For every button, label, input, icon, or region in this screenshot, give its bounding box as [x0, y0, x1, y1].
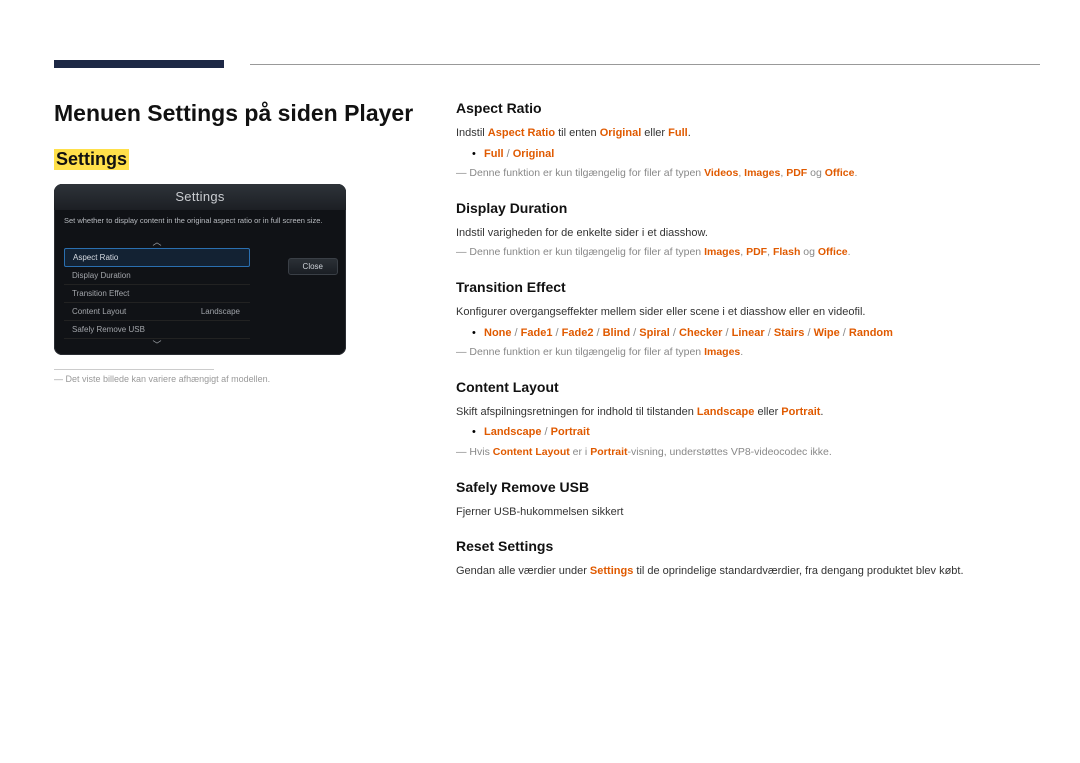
panel-item-label: Content Layout	[72, 307, 126, 316]
panel-item-label: Aspect Ratio	[73, 253, 118, 262]
panel-item-label: Safely Remove USB	[72, 325, 145, 334]
chevron-up-icon[interactable]: ︿	[64, 236, 250, 248]
section-intro: Skift afspilningsretningen for indhold t…	[456, 404, 1040, 421]
section-heading: Display Duration	[456, 200, 1040, 216]
panel-list: Aspect Ratio Display Duration Transition…	[64, 248, 250, 339]
header-rule	[250, 64, 1040, 65]
availability-note: Denne funktion er kun tilgængelig for fi…	[456, 166, 1040, 182]
panel-item-label: Transition Effect	[72, 289, 129, 298]
chevron-down-icon[interactable]: ﹀	[64, 339, 250, 351]
panel-title: Settings	[54, 184, 346, 210]
section-heading: Aspect Ratio	[456, 100, 1040, 116]
codec-note: Hvis Content Layout er i Portrait-visnin…	[456, 445, 1040, 461]
panel-item-aspect-ratio[interactable]: Aspect Ratio	[64, 248, 250, 267]
close-button[interactable]: Close	[288, 258, 338, 275]
option-bullet: None / Fade1 / Fade2 / Blind / Spiral / …	[456, 325, 1040, 342]
option-bullet: Full / Original	[456, 146, 1040, 163]
section-heading: Transition Effect	[456, 279, 1040, 295]
section-intro: Indstil Aspect Ratio til enten Original …	[456, 125, 1040, 142]
section-content-layout: Content Layout Skift afspilningsretninge…	[456, 379, 1040, 461]
option-bullet: Landscape / Portrait	[456, 424, 1040, 441]
panel-description: Set whether to display content in the or…	[54, 210, 346, 236]
section-heading: Safely Remove USB	[456, 479, 1040, 495]
section-heading: Reset Settings	[456, 538, 1040, 554]
left-column: Menuen Settings på siden Player Settings…	[54, 100, 436, 598]
panel-item-content-layout[interactable]: Content Layout Landscape	[64, 303, 250, 321]
section-aspect-ratio: Aspect Ratio Indstil Aspect Ratio til en…	[456, 100, 1040, 182]
section-display-duration: Display Duration Indstil varigheden for …	[456, 200, 1040, 261]
page-title: Menuen Settings på siden Player	[54, 100, 436, 127]
footnote-label: Det viste billede kan variere afhængigt …	[66, 374, 271, 384]
panel-item-label: Display Duration	[72, 271, 131, 280]
section-heading: Content Layout	[456, 379, 1040, 395]
panel-item-value: Landscape	[201, 307, 240, 316]
section-transition-effect: Transition Effect Konfigurer overgangsef…	[456, 279, 1040, 361]
footnote-rule	[54, 369, 214, 370]
panel-item-display-duration[interactable]: Display Duration	[64, 267, 250, 285]
availability-note: Denne funktion er kun tilgængelig for fi…	[456, 345, 1040, 361]
availability-note: Denne funktion er kun tilgængelig for fi…	[456, 245, 1040, 261]
section-safely-remove-usb: Safely Remove USB Fjerner USB-hukommelse…	[456, 479, 1040, 521]
right-column: Aspect Ratio Indstil Aspect Ratio til en…	[436, 100, 1040, 598]
section-intro: Indstil varigheden for de enkelte sider …	[456, 225, 1040, 242]
header-accent-bar	[54, 60, 224, 68]
section-intro: Konfigurer overgangseffekter mellem side…	[456, 304, 1040, 321]
section-intro: Gendan alle værdier under Settings til d…	[456, 563, 1040, 580]
panel-item-safely-remove-usb[interactable]: Safely Remove USB	[64, 321, 250, 339]
page-body: Menuen Settings på siden Player Settings…	[0, 0, 1080, 598]
section-reset-settings: Reset Settings Gendan alle værdier under…	[456, 538, 1040, 580]
footnote-text: ― Det viste billede kan variere afhængig…	[54, 374, 436, 384]
settings-panel-screenshot: Settings Set whether to display content …	[54, 184, 346, 355]
settings-heading-highlight: Settings	[54, 149, 129, 170]
panel-item-transition-effect[interactable]: Transition Effect	[64, 285, 250, 303]
panel-list-wrap: ︿ Aspect Ratio Display Duration Transiti…	[54, 236, 346, 355]
section-intro: Fjerner USB-hukommelsen sikkert	[456, 504, 1040, 521]
